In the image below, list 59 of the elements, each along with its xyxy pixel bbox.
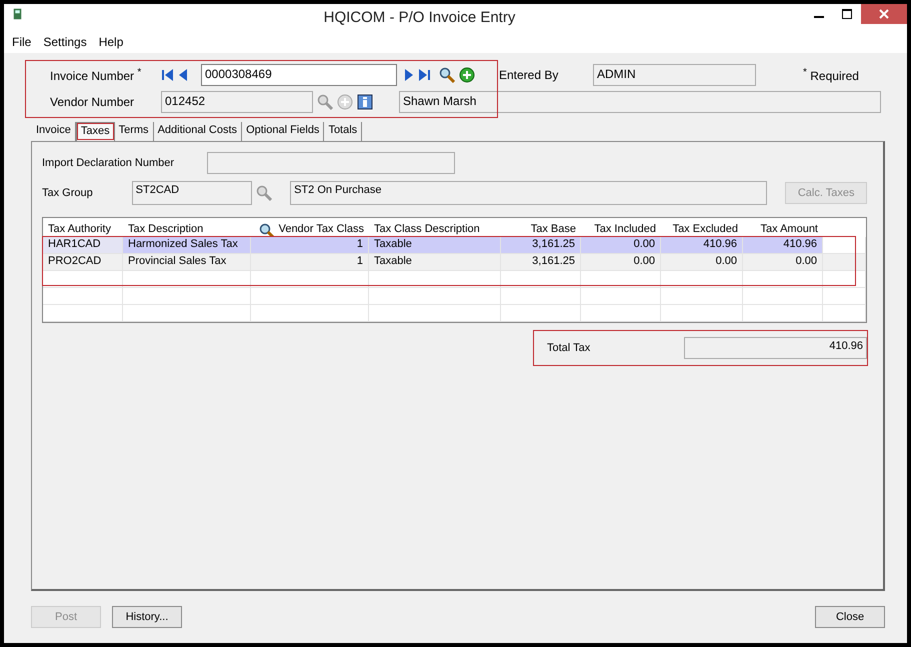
close-icon[interactable]	[879, 9, 889, 19]
close-button[interactable]: Close	[815, 606, 885, 628]
table-cell: Taxable	[369, 254, 501, 271]
search-icon[interactable]	[258, 223, 275, 239]
column-header[interactable]: Tax Amount	[760, 223, 818, 239]
previous-icon[interactable]	[177, 68, 189, 82]
tax-group-description-field: ST2 On Purchase	[290, 181, 768, 205]
field-label: Entered By	[498, 68, 560, 82]
field-label: Invoice Number	[50, 68, 134, 82]
column-header[interactable]: Tax Included	[594, 223, 656, 239]
vendor-name-field: Shawn Marsh	[399, 90, 881, 112]
menu-item[interactable]: Help	[98, 35, 124, 49]
table-cell: 3,161.25	[501, 237, 581, 254]
vendor-number-field[interactable]: 012452	[161, 90, 313, 112]
add-icon[interactable]	[459, 66, 475, 82]
action-button[interactable]: History...	[112, 606, 182, 628]
table-cell: HAR1CAD	[43, 237, 123, 254]
table-cell: 410.96	[743, 237, 823, 254]
table-cell: 0.00	[743, 254, 823, 271]
first-icon[interactable]	[161, 68, 173, 82]
entered-by-field: ADMIN	[593, 64, 756, 86]
menu-item[interactable]: Settings	[43, 35, 87, 49]
tab[interactable]: Taxes	[76, 122, 115, 141]
field-label: Tax Group	[42, 187, 94, 199]
table-cell: Provincial Sales Tax	[123, 254, 251, 271]
column-header[interactable]: Tax Class Description	[374, 223, 480, 239]
field-label: Import Declaration Number	[42, 157, 176, 169]
table-cell: 0.00	[581, 237, 661, 254]
import-declaration-field[interactable]	[207, 152, 455, 174]
table-cell: 3,161.25	[501, 254, 581, 271]
table-cell: Harmonized Sales Tax	[123, 237, 251, 254]
required-mark: *	[137, 66, 142, 78]
tax-group-field[interactable]: ST2CAD	[132, 181, 252, 205]
column-header[interactable]: Tax Base	[530, 223, 576, 239]
next-icon[interactable]	[403, 68, 415, 82]
table-cell: 1	[251, 237, 369, 254]
field-label: Vendor Number	[49, 94, 136, 108]
last-icon[interactable]	[419, 68, 431, 82]
search-icon[interactable]	[439, 66, 455, 82]
table-cell	[823, 254, 866, 271]
table-cell: 0.00	[581, 254, 661, 271]
column-header[interactable]: Vendor Tax Class	[278, 223, 364, 239]
table-cell: 0.00	[661, 254, 743, 271]
invoice-number-field[interactable]: 0000308469	[201, 64, 397, 86]
column-header[interactable]: Tax Authority	[48, 223, 111, 239]
table-cell: PRO2CAD	[43, 254, 123, 271]
vendor-info-icon[interactable]	[357, 94, 373, 110]
required-label: Required	[810, 68, 859, 82]
required-mark: *	[803, 66, 807, 78]
field-label: Total Tax	[547, 342, 590, 354]
column-header[interactable]: Tax Excluded	[672, 223, 738, 239]
table-cell: Taxable	[369, 237, 501, 254]
window-title: HQICOM - P/O Invoice Entry	[322, 9, 516, 26]
menu-item[interactable]: File	[12, 35, 32, 49]
total-tax-field: 410.96	[684, 337, 867, 359]
column-header[interactable]: Tax Description	[128, 223, 204, 239]
maximize-icon[interactable]	[842, 9, 852, 19]
table-cell: 1	[251, 254, 369, 271]
table-cell: 410.96	[661, 237, 743, 254]
